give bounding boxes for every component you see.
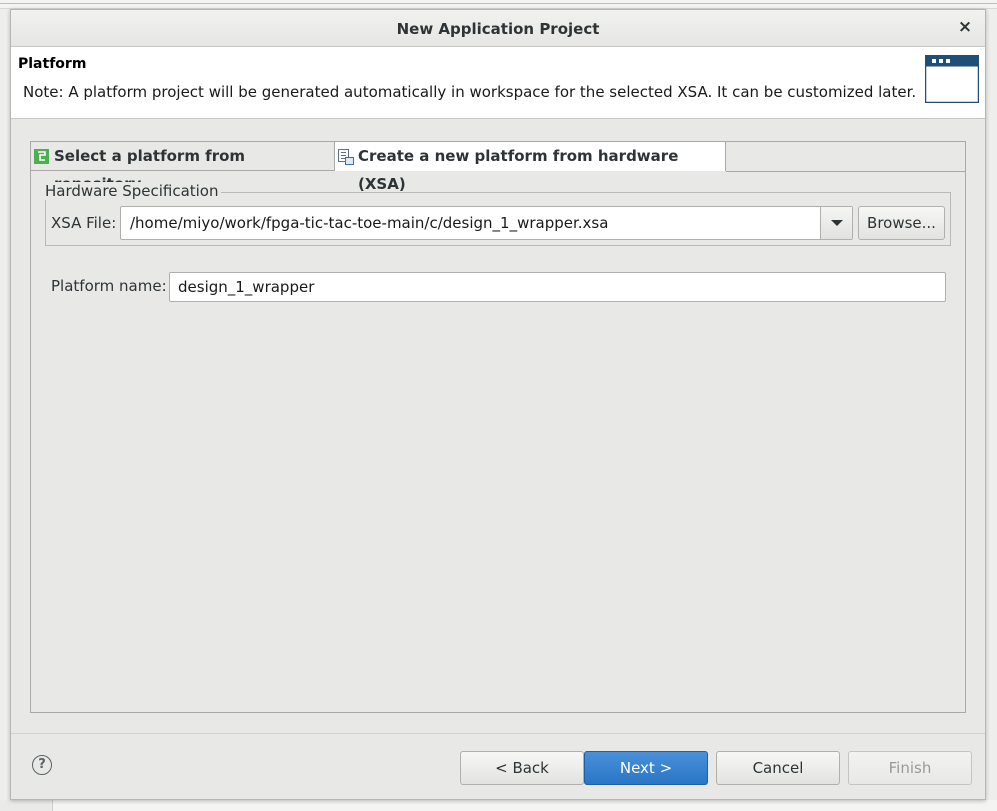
platform-name-input[interactable]: design_1_wrapper [169, 272, 946, 302]
close-button[interactable]: × [955, 17, 975, 37]
browse-button[interactable]: Browse... [858, 206, 945, 240]
background-sidebar-edge [0, 800, 53, 811]
repository-icon [34, 149, 49, 164]
wizard-header: Platform Note: A platform project will b… [11, 47, 985, 119]
tab-create-platform-hardware[interactable]: Create a new platform from hardware (XSA… [335, 142, 726, 193]
tab-strip-border [726, 171, 966, 172]
finish-button[interactable]: Finish [848, 751, 972, 785]
chevron-down-icon[interactable] [820, 207, 852, 239]
dialog-title: New Application Project [396, 20, 600, 38]
xsa-file-label: XSA File: [51, 214, 117, 232]
tab-select-platform-repository[interactable]: Select a platform from repository [31, 142, 335, 193]
platform-name-value: design_1_wrapper [178, 278, 315, 296]
xsa-file-combo[interactable]: /home/miyo/work/fpga-tic-tac-toe-main/c/… [120, 206, 853, 240]
background-window-top [0, 0, 997, 9]
wizard-page-note: Note: A platform project will be generat… [23, 83, 917, 101]
background-window-bottom [0, 800, 997, 811]
hardware-specification-label: Hardware Specification [45, 182, 221, 200]
next-button[interactable]: Next > [584, 751, 708, 785]
help-icon[interactable]: ? [32, 755, 52, 775]
hardware-icon [338, 149, 354, 165]
platform-name-label: Platform name: [51, 277, 167, 295]
background-accent-line [0, 3, 997, 4]
xsa-file-value: /home/miyo/work/fpga-tic-tac-toe-main/c/… [130, 214, 609, 232]
window-icon [925, 55, 979, 103]
wizard-page-title: Platform [18, 56, 87, 72]
dialog-titlebar: New Application Project × [11, 10, 985, 47]
new-application-project-dialog: New Application Project × Platform Note:… [10, 9, 986, 800]
back-button[interactable]: < Back [460, 751, 584, 785]
footer-separator [11, 733, 985, 734]
cancel-button[interactable]: Cancel [716, 751, 840, 785]
